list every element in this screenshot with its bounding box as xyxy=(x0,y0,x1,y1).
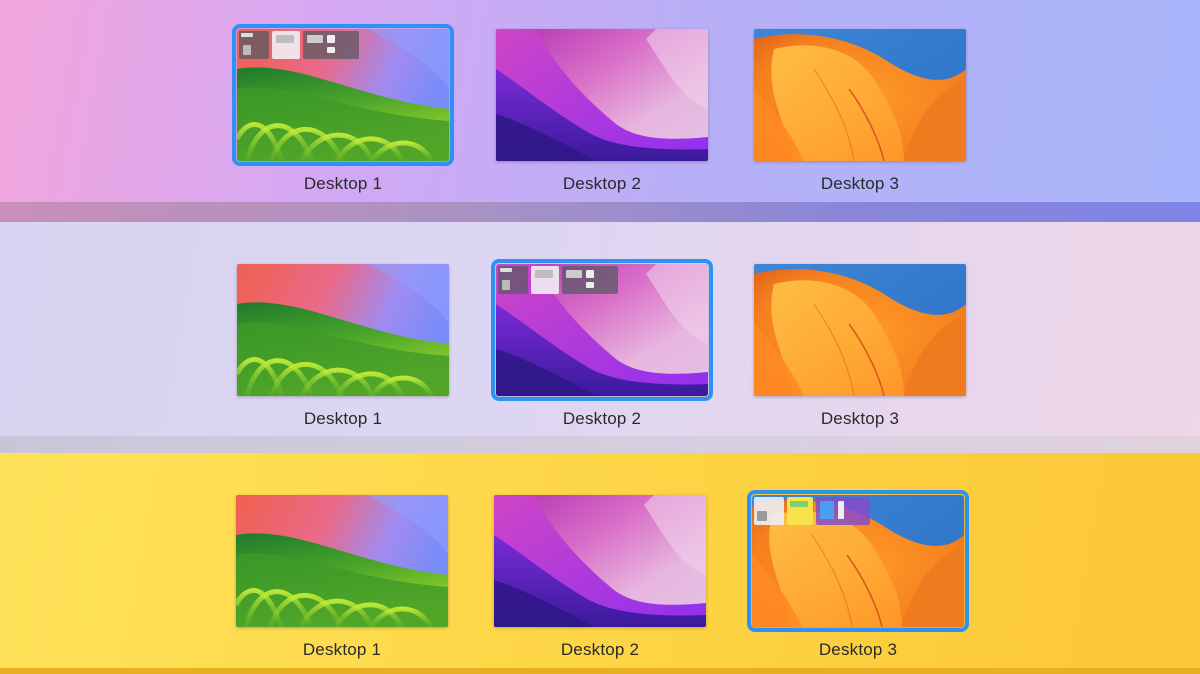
window-thumbnail xyxy=(531,266,559,294)
window-thumbnail xyxy=(754,497,784,525)
desktop-label: Desktop 1 xyxy=(303,174,383,193)
desktop-thumbnail[interactable] xyxy=(232,24,454,166)
desktop-thumbnail[interactable] xyxy=(494,495,706,627)
desktop-label: Desktop 1 xyxy=(302,640,382,659)
desktop-thumbnail[interactable] xyxy=(237,264,449,396)
desktop-label: Desktop 3 xyxy=(818,640,898,659)
row-separator xyxy=(0,202,1200,222)
spaces-row-1: Desktop 1 Desktop 2 Desktop 3 xyxy=(0,0,1200,202)
open-windows-thumbnails xyxy=(498,266,618,296)
desktop-label: Desktop 1 xyxy=(303,409,383,428)
desktop-label: Desktop 3 xyxy=(820,409,900,428)
window-thumbnail xyxy=(498,266,528,294)
window-thumbnail xyxy=(562,266,618,294)
desktop-thumbnail[interactable] xyxy=(491,259,713,401)
desktop-space-3[interactable]: Desktop 3 xyxy=(747,490,969,665)
row-separator xyxy=(0,668,1200,674)
desktop-space-3[interactable]: Desktop 3 xyxy=(754,29,966,199)
desktop-thumbnail[interactable] xyxy=(747,490,969,632)
open-windows-thumbnails xyxy=(754,497,870,527)
desktop-space-1[interactable]: Desktop 1 xyxy=(236,495,448,665)
window-thumbnail xyxy=(787,497,813,525)
desktop-space-2[interactable]: Desktop 2 xyxy=(496,29,708,199)
desktop-label: Desktop 2 xyxy=(560,640,640,659)
desktop-label: Desktop 3 xyxy=(820,174,900,193)
window-thumbnail xyxy=(303,31,359,59)
desktop-label: Desktop 2 xyxy=(562,174,642,193)
desktop-thumbnail[interactable] xyxy=(754,264,966,396)
desktop-thumbnail[interactable] xyxy=(754,29,966,161)
window-thumbnail xyxy=(272,31,300,59)
desktop-space-1[interactable]: Desktop 1 xyxy=(237,264,449,434)
desktop-space-1[interactable]: Desktop 1 xyxy=(232,24,454,199)
open-windows-thumbnails xyxy=(239,31,359,61)
desktop-thumbnail[interactable] xyxy=(496,29,708,161)
window-thumbnail xyxy=(816,497,870,525)
window-thumbnail xyxy=(239,31,269,59)
row-separator xyxy=(0,436,1200,453)
spaces-row-3: Desktop 1 Desktop 2 Desktop 3 xyxy=(0,453,1200,668)
desktop-thumbnail[interactable] xyxy=(236,495,448,627)
desktop-space-2[interactable]: Desktop 2 xyxy=(494,495,706,665)
desktop-label: Desktop 2 xyxy=(562,409,642,428)
desktop-space-3[interactable]: Desktop 3 xyxy=(754,264,966,434)
spaces-row-2: Desktop 1 Desktop 2 Desktop 3 xyxy=(0,222,1200,436)
desktop-space-2[interactable]: Desktop 2 xyxy=(491,259,713,434)
